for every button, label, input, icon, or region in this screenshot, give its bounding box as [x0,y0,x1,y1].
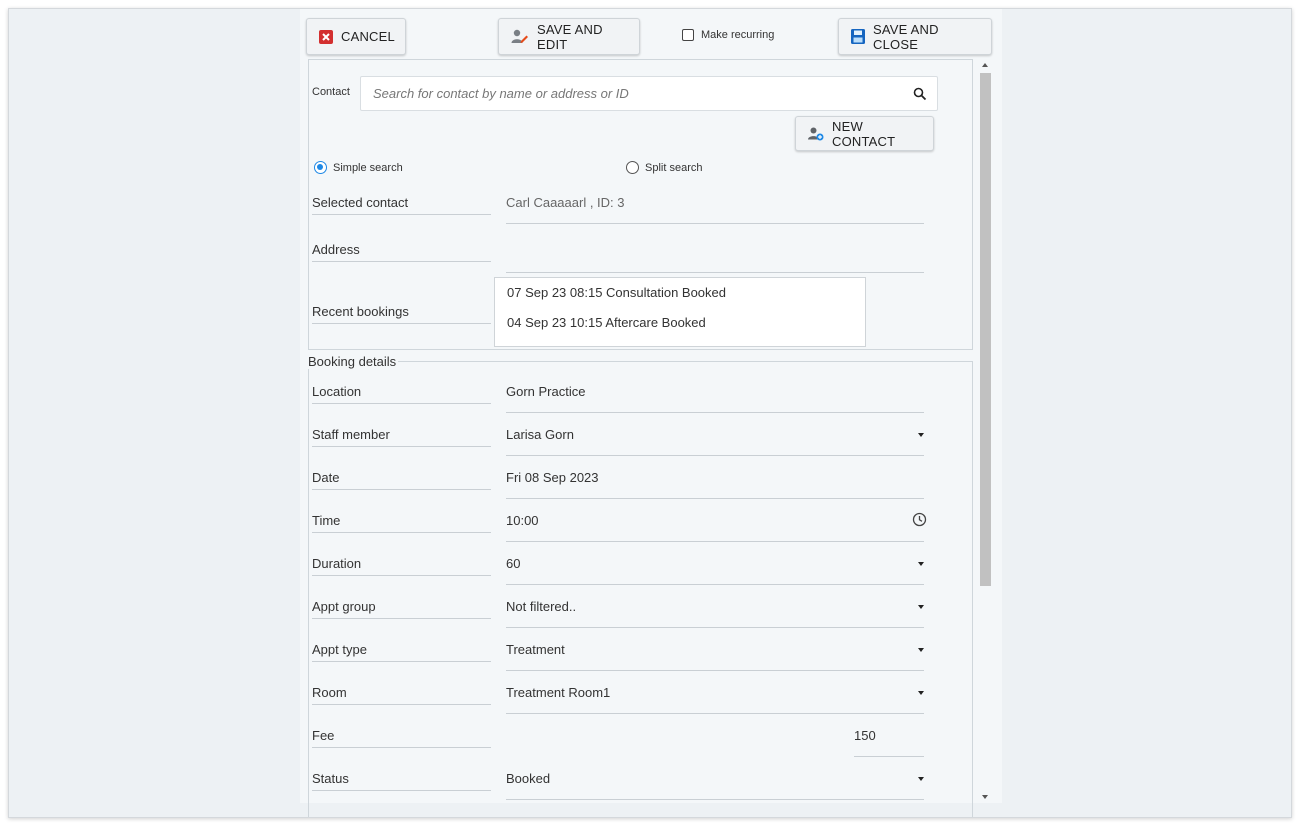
appt-type-select[interactable]: Treatment [506,642,924,671]
recent-booking-item[interactable]: 04 Sep 23 10:15 Aftercare Booked [507,314,853,344]
clock-icon[interactable] [912,512,927,527]
split-search-option[interactable]: Split search [626,161,702,174]
staff-member-select[interactable]: Larisa Gorn [506,427,924,456]
appt-group-label: Appt group [312,599,491,619]
status-select[interactable]: Booked [506,771,924,800]
room-select[interactable]: Treatment Room1 [506,685,924,714]
dropdown-caret-icon [918,648,924,652]
simple-search-label: Simple search [333,161,403,174]
contact-search-input[interactable] [373,86,913,101]
split-search-label: Split search [645,161,703,174]
staff-member-value: Larisa Gorn [506,427,574,442]
simple-search-option[interactable]: Simple search [314,161,403,174]
time-value: 10:00 [506,513,539,528]
appt-group-select[interactable]: Not filtered.. [506,599,924,628]
edit-user-icon [511,29,528,43]
room-label: Room [312,685,491,705]
recent-bookings-label: Recent bookings [312,304,491,324]
duration-select[interactable]: 60 [506,556,924,585]
location-value: Gorn Practice [506,384,924,413]
status-value: Booked [506,771,551,786]
new-contact-label: NEW CONTACT [832,118,896,149]
dropdown-caret-icon [918,777,924,781]
dropdown-caret-icon [918,562,924,566]
save-and-close-label: SAVE AND CLOSE [873,21,939,52]
appt-group-value: Not filtered.. [506,599,577,614]
search-icon[interactable] [913,87,927,101]
cancel-icon [319,29,333,44]
date-value: Fri 08 Sep 2023 [506,470,599,485]
staff-member-label: Staff member [312,427,491,447]
contact-label: Contact [312,86,350,98]
add-contact-icon [808,127,824,140]
booking-dialog: CANCEL SAVE AND EDIT Make recurring SAVE… [300,9,1002,817]
simple-search-radio[interactable] [314,161,327,174]
location-label: Location [312,384,491,404]
save-disk-icon [851,29,865,44]
duration-value: 60 [506,556,521,571]
scroll-down-icon[interactable] [982,795,988,799]
make-recurring-checkbox[interactable] [682,29,694,41]
save-and-edit-button[interactable]: SAVE AND EDIT [498,18,640,55]
recent-bookings-list[interactable]: 07 Sep 23 08:15 Consultation Booked 04 S… [494,277,866,347]
recent-booking-item[interactable]: 07 Sep 23 08:15 Consultation Booked [507,284,853,314]
appt-type-value: Treatment [506,642,565,657]
dropdown-caret-icon [918,605,924,609]
date-label: Date [312,470,491,490]
room-value: Treatment Room1 [506,685,611,700]
fee-input[interactable]: 150 [854,728,924,757]
booking-details-legend: Booking details [308,354,399,369]
make-recurring-toggle[interactable]: Make recurring [682,29,774,41]
status-label: Status [312,771,491,791]
fee-label: Fee [312,728,491,748]
selected-contact-label: Selected contact [312,195,491,215]
app-window: CANCEL SAVE AND EDIT Make recurring SAVE… [8,8,1292,818]
scrollbar[interactable] [979,59,993,803]
fee-value: 150 [854,728,876,743]
scroll-up-icon[interactable] [982,63,988,67]
time-label: Time [312,513,491,533]
selected-contact-value: Carl Caaaaarl , ID: 3 [506,195,924,224]
dropdown-caret-icon [918,691,924,695]
new-contact-button[interactable]: NEW CONTACT [795,116,934,151]
make-recurring-label: Make recurring [701,29,775,41]
dropdown-caret-icon [918,433,924,437]
address-value [506,249,924,273]
address-label: Address [312,242,491,262]
save-and-edit-label: SAVE AND EDIT [537,21,603,52]
split-search-radio[interactable] [626,161,639,174]
cancel-label: CANCEL [341,29,395,44]
contact-search-box[interactable] [360,76,938,111]
cancel-button[interactable]: CANCEL [306,18,406,55]
save-and-close-button[interactable]: SAVE AND CLOSE [838,18,992,55]
time-field[interactable]: 10:00 [506,512,927,542]
scrollbar-thumb[interactable] [980,73,991,586]
date-field[interactable]: Fri 08 Sep 2023 [506,470,924,499]
appt-type-label: Appt type [312,642,491,662]
duration-label: Duration [312,556,491,576]
